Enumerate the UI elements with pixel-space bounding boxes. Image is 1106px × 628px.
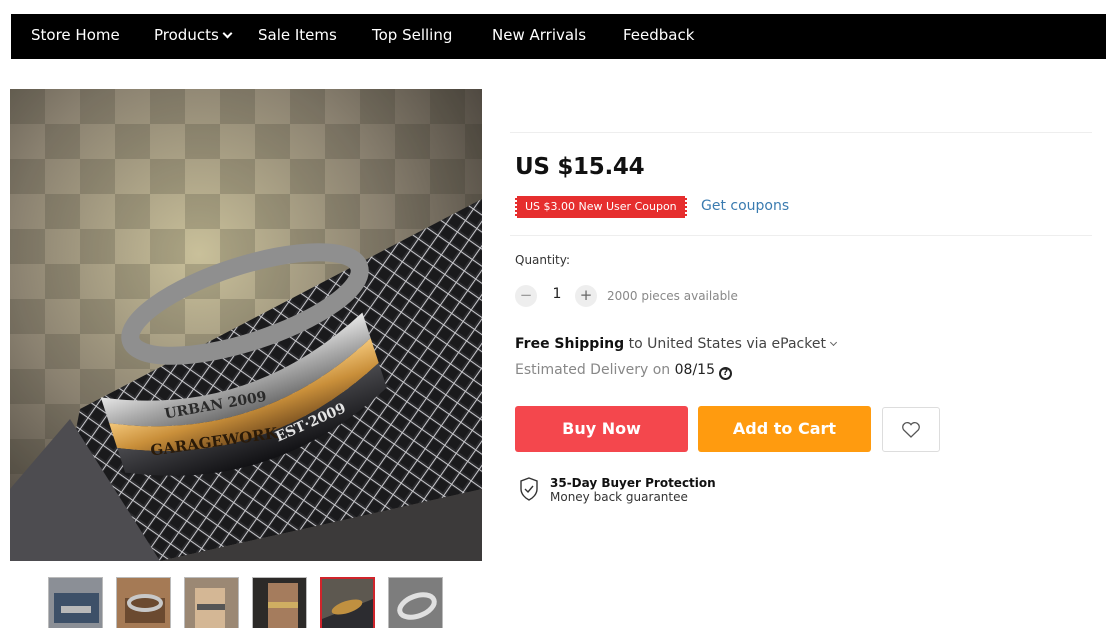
shield-check-icon [520, 477, 538, 501]
thumbnail-1[interactable] [48, 577, 103, 628]
quantity-increment-button[interactable]: + [575, 285, 597, 307]
estimated-delivery: Estimated Delivery on 08/15? [515, 362, 732, 380]
nav-sale-items[interactable]: Sale Items [258, 26, 337, 44]
thumbnail-3[interactable] [184, 577, 239, 628]
available-pieces: 2000 pieces available [607, 289, 738, 303]
chevron-down-icon [829, 338, 837, 347]
question-circle-icon[interactable]: ? [719, 367, 732, 380]
delivery-label: Estimated Delivery on [515, 362, 675, 378]
chevron-down-icon [222, 28, 233, 39]
bracelet-photo: URBAN 2009 GARAGEWORK EST·2009 [10, 89, 482, 561]
thumbnail-2[interactable] [116, 577, 171, 628]
nav-feedback[interactable]: Feedback [623, 26, 694, 44]
buyer-protection: 35-Day Buyer Protection Money back guara… [518, 476, 716, 504]
title-divider [510, 132, 1092, 133]
thumbnail-6[interactable] [388, 577, 443, 628]
protection-subtitle: Money back guarantee [550, 490, 688, 504]
new-user-coupon-badge: US $3.00 New User Coupon [515, 196, 687, 218]
delivery-date: 08/15 [674, 362, 715, 378]
nav-products[interactable]: Products [154, 26, 233, 44]
thumbnail-5-selected[interactable] [320, 577, 375, 628]
get-coupons-link[interactable]: Get coupons [701, 198, 789, 214]
quantity-label: Quantity: [515, 253, 571, 267]
free-shipping-label: Free Shipping [515, 336, 625, 352]
nav-top-selling[interactable]: Top Selling [372, 26, 452, 44]
buy-now-button[interactable]: Buy Now [515, 406, 688, 452]
protection-title: 35-Day Buyer Protection [550, 476, 716, 490]
heart-icon [902, 421, 920, 438]
shipping-info[interactable]: Free Shipping to United States via ePack… [515, 336, 837, 352]
product-price: US $15.44 [515, 154, 645, 180]
add-to-cart-button[interactable]: Add to Cart [698, 406, 871, 452]
thumbnail-4[interactable] [252, 577, 307, 628]
store-nav-bar: Store Home Products Sale Items Top Selli… [11, 14, 1106, 59]
product-main-image[interactable]: URBAN 2009 GARAGEWORK EST·2009 [10, 89, 482, 561]
quantity-value[interactable]: 1 [549, 286, 565, 302]
nav-store-home[interactable]: Store Home [31, 26, 120, 44]
shipping-destination: to United States via ePacket [624, 336, 826, 352]
nav-new-arrivals[interactable]: New Arrivals [492, 26, 586, 44]
nav-products-label: Products [154, 26, 219, 44]
price-divider [510, 235, 1092, 236]
wishlist-button[interactable] [882, 407, 940, 452]
quantity-decrement-button[interactable]: − [515, 285, 537, 307]
